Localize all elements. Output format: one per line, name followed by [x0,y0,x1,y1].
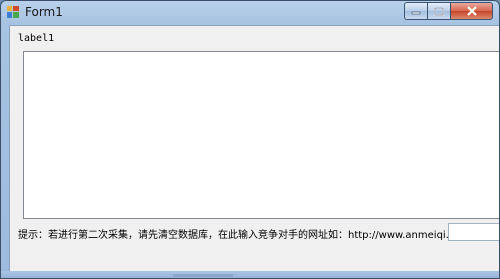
window-controls [404,2,493,20]
minimize-button[interactable] [404,2,427,20]
form-client-area: label1 提示：若进行第二次采集，请先清空数据库，在此输入竞争对手的网址如：… [9,25,499,272]
close-button[interactable] [450,2,493,20]
hint-row: 提示：若进行第二次采集，请先清空数据库，在此输入竞争对手的网址如：http://… [18,225,470,241]
competitor-url-input[interactable] [448,223,499,241]
output-textbox[interactable] [23,51,499,219]
resize-grip-icon [173,274,233,277]
maximize-icon [434,6,444,16]
close-icon [466,6,477,16]
maximize-button[interactable] [427,2,450,20]
title-bar[interactable]: Form1 [1,1,499,25]
app-icon [7,6,19,18]
label1: label1 [18,33,55,44]
hint-label: 提示：若进行第二次采集，请先清空数据库，在此输入竞争对手的网址如：http://… [18,229,471,241]
window-bottom-border [1,271,499,278]
form1-window: Form1 label1 提示：若进行第二次采集，请先清空数据库，在此输入竞争对… [0,0,500,279]
window-title: Form1 [25,5,63,19]
minimize-icon [411,11,421,15]
